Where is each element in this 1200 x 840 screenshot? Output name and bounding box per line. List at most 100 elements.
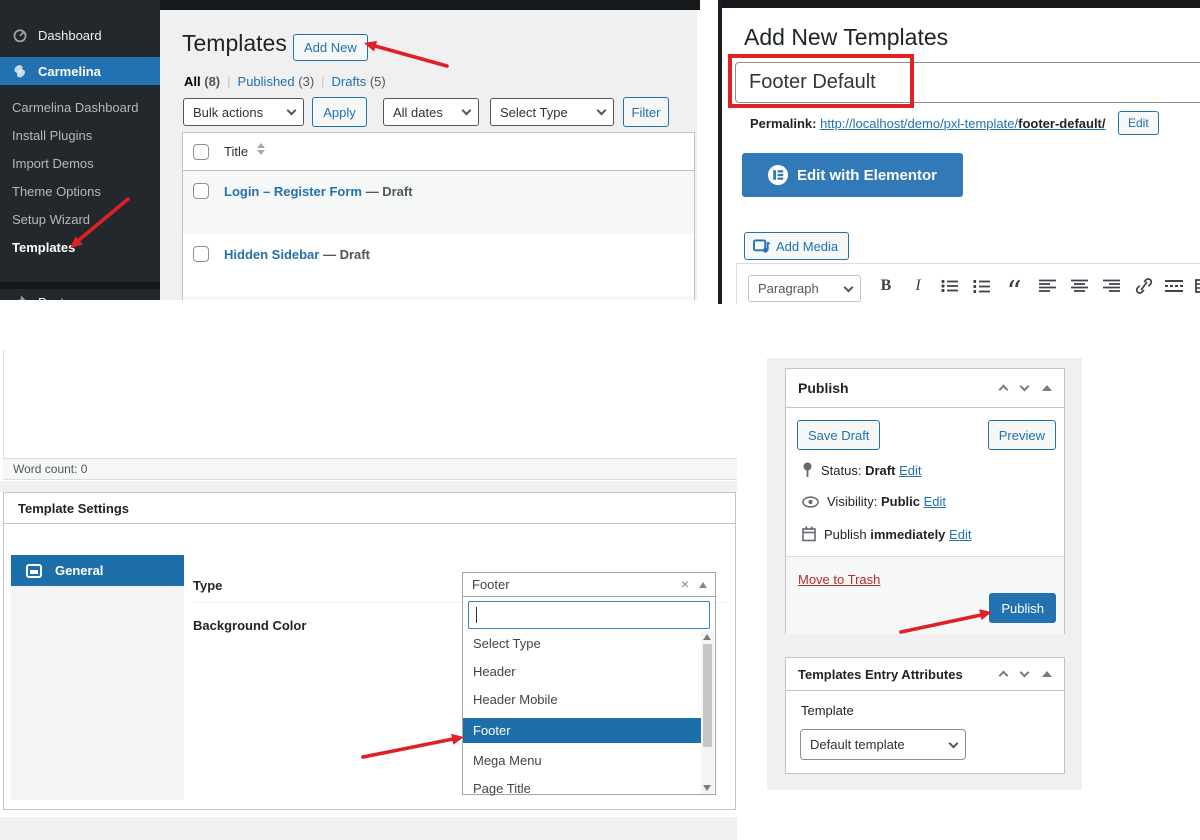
admin-topbar [160, 0, 700, 10]
sidebar-item-carmelina[interactable]: Carmelina [0, 57, 160, 85]
templates-list-page: Templates Add New All (8) | Published (3… [160, 10, 697, 300]
template-title-link[interactable]: Hidden Sidebar [224, 247, 319, 262]
carmelina-icon [12, 63, 28, 79]
link-icon[interactable] [1133, 276, 1155, 296]
view-drafts[interactable]: Drafts (5) [332, 74, 386, 89]
publish-box: Publish Save Draft Preview Status: Draft… [785, 368, 1065, 634]
type-select[interactable]: Footer × [462, 572, 716, 597]
sidebar-item-templates[interactable]: Templates [0, 234, 160, 262]
dropdown-option[interactable]: Header [463, 658, 703, 686]
dropdown-option[interactable]: Page Title [463, 775, 703, 803]
toolbar-toggle-icon[interactable] [1193, 276, 1200, 296]
chevron-down-icon [287, 106, 297, 116]
save-draft-button[interactable]: Save Draft [797, 420, 880, 450]
bulk-actions-select[interactable]: Bulk actions [183, 98, 304, 126]
type-select-value: Footer [472, 577, 510, 592]
collapse-toggle-icon[interactable] [1042, 385, 1052, 391]
view-all[interactable]: All (8) [184, 74, 220, 89]
move-up-icon[interactable] [999, 671, 1009, 681]
apply-button[interactable]: Apply [312, 97, 367, 127]
template-attributes-box: Templates Entry Attributes Template Defa… [785, 657, 1065, 774]
sidebar-item-install-plugins[interactable]: Install Plugins [0, 122, 160, 150]
scrollbar-thumb[interactable] [703, 644, 712, 747]
table-row: Login – Register Form — Draft [183, 171, 694, 234]
add-media-icon [753, 239, 770, 254]
background-color-label: Background Color [193, 618, 306, 633]
post-title-input[interactable] [735, 62, 1200, 103]
align-left-icon[interactable] [1037, 276, 1059, 296]
select-all-checkbox[interactable] [193, 144, 209, 160]
permalink-row: Permalink: http://localhost/demo/pxl-tem… [750, 116, 1106, 131]
bold-icon[interactable]: B [875, 276, 897, 296]
general-tab-icon [26, 564, 42, 578]
view-separator: | [227, 74, 230, 89]
elementor-icon [768, 165, 788, 185]
dropdown-option-highlighted[interactable]: Footer [463, 718, 703, 743]
add-new-button[interactable]: Add New [293, 34, 368, 61]
more-tag-icon[interactable] [1163, 276, 1185, 296]
preview-button[interactable]: Preview [988, 420, 1056, 450]
move-down-icon[interactable] [1020, 668, 1030, 678]
dropdown-option[interactable]: Mega Menu [463, 747, 703, 775]
align-center-icon[interactable] [1069, 276, 1091, 296]
editor-content-area[interactable] [3, 350, 737, 458]
move-down-icon[interactable] [1020, 382, 1030, 392]
permalink-edit-button[interactable]: Edit [1118, 111, 1159, 135]
tab-general[interactable]: General [11, 555, 184, 586]
blockquote-icon[interactable]: “ [1003, 276, 1025, 296]
move-up-icon[interactable] [999, 385, 1009, 395]
metabox-title: Template Settings [4, 493, 735, 524]
edit-status-link[interactable]: Edit [899, 463, 921, 478]
paragraph-format-select[interactable]: Paragraph [748, 275, 861, 302]
template-select[interactable]: Default template [800, 729, 966, 760]
sidebar-item-setup-wizard[interactable]: Setup Wizard [0, 206, 160, 234]
clear-selection-icon[interactable]: × [681, 576, 689, 592]
dropdown-option[interactable]: Header Mobile [463, 686, 703, 714]
calendar-icon [802, 526, 816, 542]
dates-filter-select[interactable]: All dates [383, 98, 479, 126]
posts-icon [12, 295, 27, 301]
type-filter-select[interactable]: Select Type [490, 98, 614, 126]
type-search-input[interactable] [468, 601, 710, 629]
chevron-down-icon [462, 106, 472, 116]
publish-actions: Move to Trash Publish [786, 556, 1064, 634]
table-header: Title [183, 133, 694, 171]
dropdown-scrollbar[interactable] [701, 631, 714, 794]
word-count: Word count: 0 [13, 462, 87, 476]
chevron-down-icon [844, 282, 854, 292]
publish-button[interactable]: Publish [989, 593, 1056, 623]
align-right-icon[interactable] [1101, 276, 1123, 296]
view-published[interactable]: Published (3) [238, 74, 315, 89]
italic-icon[interactable]: I [907, 276, 929, 296]
permalink-link[interactable]: http://localhost/demo/pxl-template/foote… [820, 116, 1105, 131]
list-view-filters: All (8) | Published (3) | Drafts (5) [184, 74, 386, 89]
scroll-up-icon[interactable] [703, 634, 711, 640]
table-row [183, 296, 694, 300]
row-checkbox[interactable] [193, 183, 209, 199]
page-gap [0, 481, 737, 492]
add-media-button[interactable]: Add Media [744, 232, 849, 260]
sidebar-item-carmelina-dashboard[interactable]: Carmelina Dashboard [0, 94, 160, 122]
bullet-list-icon[interactable] [939, 276, 961, 296]
sidebar-item-theme-options[interactable]: Theme Options [0, 178, 160, 206]
collapse-toggle-icon[interactable] [1042, 671, 1052, 677]
page-title: Templates [182, 29, 287, 59]
filter-button[interactable]: Filter [623, 97, 669, 127]
type-label: Type [193, 578, 222, 593]
caret-up-icon [699, 582, 707, 588]
scroll-down-icon[interactable] [703, 785, 711, 791]
move-to-trash-link[interactable]: Move to Trash [798, 572, 880, 587]
template-title-link[interactable]: Login – Register Form [224, 184, 362, 199]
edit-visibility-link[interactable]: Edit [924, 494, 946, 509]
templates-table: Title Login – Register Form — Draft Hidd… [182, 132, 695, 300]
sidebar-item-dashboard[interactable]: Dashboard [0, 20, 160, 50]
sidebar-item-import-demos[interactable]: Import Demos [0, 150, 160, 178]
edit-schedule-link[interactable]: Edit [949, 527, 971, 542]
title-column-header[interactable]: Title [224, 144, 248, 159]
row-checkbox[interactable] [193, 246, 209, 262]
sidebar-item-posts[interactable]: Posts [0, 287, 160, 300]
numbered-list-icon[interactable] [971, 276, 993, 296]
dropdown-option[interactable]: Select Type [463, 630, 703, 658]
edit-with-elementor-button[interactable]: Edit with Elementor [742, 153, 963, 197]
metabox-title: Publish [798, 380, 849, 396]
